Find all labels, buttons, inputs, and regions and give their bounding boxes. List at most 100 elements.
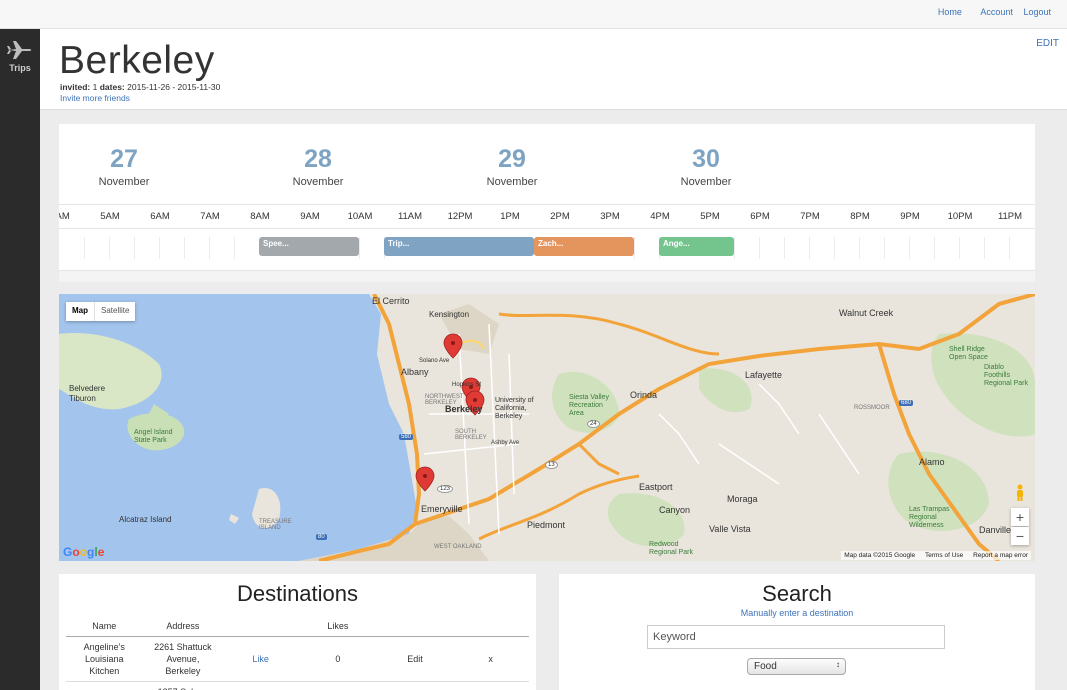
table-header-row: Name Address Likes [66,618,529,637]
report-error-link[interactable]: Report a map error [973,552,1028,559]
highway-shield: 24 [587,420,600,428]
map-label: University of California, Berkeley [495,397,534,420]
hour-label: 9PM [900,211,920,222]
hour-label: 6PM [750,211,770,222]
home-link[interactable]: Home [938,7,962,17]
highway-shield: 80 [316,534,327,540]
hour-tick [884,237,885,259]
map-label: TREASURE ISLAND [259,519,292,531]
map-label: Shell Ridge Open Space [949,346,988,361]
like-button[interactable] [223,681,298,690]
hour-label: 4AM [59,211,70,222]
like-button[interactable]: Like [223,636,298,682]
hour-tick [209,237,210,259]
column-header: Address [142,618,224,637]
remove-button[interactable]: x [452,636,529,682]
category-selected: Food [754,661,777,672]
day-month: November [98,176,150,188]
map-label: Alcatraz Island [119,515,172,524]
invite-friends-link[interactable]: Invite more friends [60,93,130,103]
category-select[interactable]: Food ↕ [747,658,846,675]
sidebar: Trips [0,29,40,690]
event-block[interactable]: Ange... [659,237,734,256]
day-number: 30 [692,145,720,173]
map-label: Solano Ave [419,358,450,364]
edit-button[interactable]: Edit [377,636,453,682]
hour-tick [84,237,85,259]
day-month: November [486,176,538,188]
map-footer: Map data ©2015 Google Terms of Use Repor… [841,551,1031,560]
event-block[interactable]: Trip... [384,237,534,256]
select-arrows-icon: ↕ [836,660,840,669]
event-block[interactable]: Zach... [534,237,634,256]
map-label: Eastport [639,482,673,492]
column-header [452,618,529,637]
map-label: Angel Island State Park [134,429,173,444]
map-label: Emeryville [421,504,463,514]
map-type-map-button[interactable]: Map [66,302,94,321]
hour-tick [959,237,960,259]
google-logo: Google [63,545,105,559]
hour-label: 5PM [700,211,720,222]
day-number: 29 [498,145,526,173]
manual-destination-link[interactable]: Manually enter a destination [559,608,1035,618]
table-row: 1857 Solano [66,681,529,690]
map-label: Walnut Creek [839,308,894,318]
destination-name [66,681,143,690]
hour-tick [909,237,910,259]
invited-label: invited: [60,82,91,92]
destination-name: Angeline's Louisiana Kitchen [66,636,143,682]
map-label: ROSSMOOR [854,405,890,411]
likes-count: 0 [297,636,378,682]
column-header [223,618,298,637]
map-label: Hopkins St [452,382,482,388]
hour-label: 7AM [200,211,220,222]
likes-count [297,681,378,690]
map-label: Moraga [727,494,758,504]
sidebar-item-trips[interactable]: Trips [0,39,40,73]
map-label: El Cerrito [372,296,410,306]
hour-tick [159,237,160,259]
hour-label: 9AM [300,211,320,222]
sidebar-item-label: Trips [9,63,31,73]
top-bar: Home Account Logout [0,0,1067,29]
highway-shield: 580 [399,434,414,440]
pegman-icon[interactable] [1014,484,1026,507]
account-link[interactable]: Account [980,7,1013,17]
map-label: NORTHWEST BERKELEY [425,394,464,406]
hour-tick [359,237,360,259]
hour-tick [759,237,760,259]
logout-link[interactable]: Logout [1023,7,1051,17]
highway-shield: 13 [545,461,558,469]
map-type-satellite-button[interactable]: Satellite [94,302,135,321]
hour-label: 2PM [550,211,570,222]
keyword-input[interactable] [647,625,945,649]
edit-button[interactable] [377,681,453,690]
hour-tick [809,237,810,259]
terms-link[interactable]: Terms of Use [925,552,963,559]
hour-label: 8PM [850,211,870,222]
hour-label: 11PM [997,211,1023,222]
search-panel: Search Manually enter a destination Food… [559,574,1035,690]
edit-trip-button[interactable]: EDIT [1036,38,1059,49]
zoom-in-button[interactable]: + [1011,508,1029,526]
map-label: Kensington [429,310,470,319]
day-column: 28 November [273,146,363,188]
highway-shield: 123 [437,485,454,493]
event-block[interactable]: Spee... [259,237,359,256]
hour-tick [134,237,135,259]
day-month: November [292,176,344,188]
map-label: WEST OAKLAND [434,544,482,550]
page-title: Berkeley [59,39,215,82]
hour-label: 12PM [447,211,473,222]
top-nav: Home Account Logout [922,7,1051,17]
map[interactable]: El Cerrito Kensington Albany Berkeley So… [59,294,1035,561]
map-label: Danville [979,525,1012,535]
hour-tick [859,237,860,259]
hour-label: 1PM [500,211,520,222]
dates-value: 2015-11-26 - 2015-11-30 [127,82,221,92]
remove-button[interactable] [452,681,529,690]
map-label: Piedmont [527,520,566,530]
zoom-out-button[interactable]: − [1011,527,1029,545]
destination-address: 1857 Solano [142,681,224,690]
